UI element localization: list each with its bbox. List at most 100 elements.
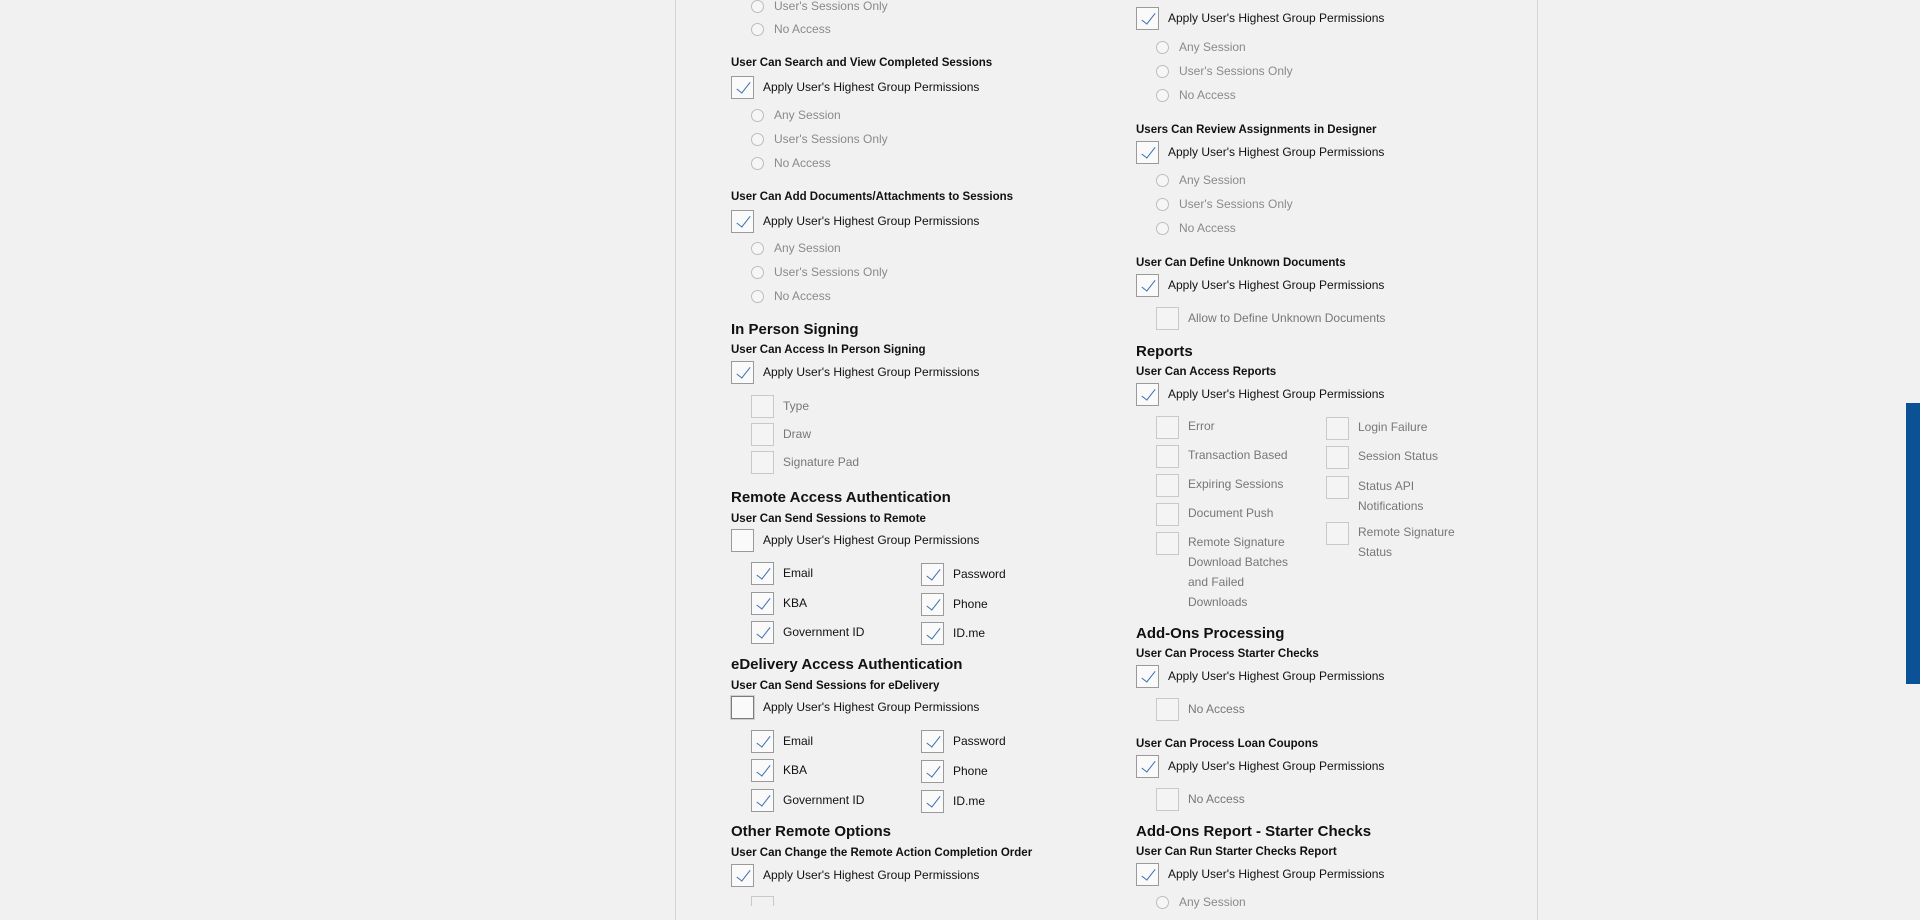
checkbox[interactable] (1156, 445, 1179, 468)
checkbox[interactable] (1326, 476, 1349, 499)
option-id-me[interactable]: ID.me (921, 789, 985, 813)
option-password[interactable]: Password (921, 562, 1006, 586)
radio-no-access[interactable]: No Access (1156, 219, 1236, 237)
checkbox[interactable] (1136, 664, 1159, 688)
option-kba[interactable]: KBA (751, 591, 807, 615)
radio-no-access[interactable]: No Access (1156, 86, 1236, 104)
apply-highest-permissions-add-documents[interactable]: Apply User's Highest Group Permissions (731, 209, 979, 233)
checkbox[interactable] (1156, 697, 1179, 721)
checkbox[interactable] (1136, 382, 1159, 406)
option-kba[interactable]: KBA (751, 758, 807, 782)
radio-any-session[interactable]: Any Session (751, 239, 841, 257)
report-expiring-sessions[interactable]: Expiring Sessions (1156, 474, 1283, 497)
radio-button[interactable] (751, 22, 764, 36)
radio-users-sessions-only[interactable]: User's Sessions Only (751, 263, 888, 281)
apply-highest-permissions-search-view[interactable]: Apply User's Highest Group Permissions (731, 75, 979, 99)
checkbox[interactable] (1136, 754, 1159, 778)
checkbox[interactable] (1136, 140, 1159, 164)
apply-highest-permissions-review-assignments[interactable]: Apply User's Highest Group Permissions (1136, 140, 1384, 164)
checkbox[interactable] (1156, 503, 1179, 526)
checkbox[interactable] (921, 621, 944, 645)
checkbox[interactable] (1156, 532, 1179, 555)
apply-highest-permissions-loan-coupons[interactable]: Apply User's Highest Group Permissions (1136, 754, 1384, 778)
option-no-access-starter[interactable]: No Access (1156, 697, 1245, 721)
radio-button[interactable] (751, 241, 764, 255)
option-no-access-loan[interactable]: No Access (1156, 787, 1245, 811)
radio-users-sessions-only[interactable]: User's Sessions Only (1156, 62, 1293, 80)
report-transaction-based[interactable]: Transaction Based (1156, 445, 1288, 468)
apply-highest-permissions-edelivery[interactable]: Apply User's Highest Group Permissions (731, 695, 979, 719)
checkbox[interactable] (751, 450, 774, 474)
checkbox[interactable] (731, 75, 754, 99)
option-password[interactable]: Password (921, 729, 1006, 753)
apply-highest-permissions-designer-app[interactable]: Apply User's Highest Group Permissions (1136, 6, 1384, 30)
checkbox[interactable] (1156, 474, 1179, 497)
checkbox[interactable] (921, 729, 944, 753)
checkbox[interactable] (1326, 522, 1349, 545)
radio-users-sessions-only[interactable]: User's Sessions Only (751, 130, 888, 148)
option-id-me[interactable]: ID.me (921, 621, 985, 645)
radio-no-access[interactable]: No Access (751, 20, 831, 38)
checkbox[interactable] (1136, 6, 1159, 30)
option-phone[interactable]: Phone (921, 759, 988, 783)
checkbox[interactable] (1136, 273, 1159, 297)
radio-button[interactable] (1156, 197, 1169, 211)
option-allow-define-unknown[interactable]: Allow to Define Unknown Documents (1156, 306, 1385, 330)
radio-button[interactable] (1156, 173, 1169, 187)
radio-no-access[interactable]: No Access (751, 287, 831, 305)
radio-button[interactable] (751, 108, 764, 122)
radio-button[interactable] (1156, 221, 1169, 235)
checkbox[interactable] (1156, 787, 1179, 811)
checkbox[interactable] (921, 562, 944, 586)
radio-button[interactable] (751, 289, 764, 303)
checkbox[interactable] (751, 422, 774, 446)
radio-button[interactable] (751, 156, 764, 170)
checkbox[interactable] (921, 789, 944, 813)
checkbox[interactable] (751, 591, 774, 615)
apply-highest-permissions-reports[interactable]: Apply User's Highest Group Permissions (1136, 382, 1384, 406)
option-email[interactable]: Email (751, 729, 813, 753)
radio-any-session[interactable]: Any Session (751, 106, 841, 124)
checkbox[interactable] (731, 528, 754, 552)
radio-any-session-partial[interactable]: Any Session (1156, 893, 1246, 911)
checkbox[interactable] (731, 360, 754, 384)
checkbox[interactable] (731, 863, 754, 887)
radio-button[interactable] (751, 0, 764, 13)
radio-users-sessions-only[interactable]: User's Sessions Only (1156, 195, 1293, 213)
option-type[interactable]: Type (751, 394, 809, 418)
apply-highest-permissions-starter-report[interactable]: Apply User's Highest Group Permissions (1136, 862, 1384, 886)
checkbox[interactable] (1326, 446, 1349, 469)
radio-users-sessions-only[interactable]: User's Sessions Only (751, 0, 888, 15)
checkbox[interactable] (751, 729, 774, 753)
report-document-push[interactable]: Document Push (1156, 503, 1273, 526)
partial-checkbox[interactable] (751, 896, 774, 906)
apply-highest-permissions-other-remote[interactable]: Apply User's Highest Group Permissions (731, 863, 979, 887)
option-government-id[interactable]: Government ID (751, 620, 864, 644)
checkbox[interactable] (751, 758, 774, 782)
checkbox[interactable] (921, 592, 944, 616)
checkbox[interactable] (751, 620, 774, 644)
report-error[interactable]: Error (1156, 416, 1215, 439)
option-email[interactable]: Email (751, 561, 813, 585)
apply-highest-permissions-define-unknown[interactable]: Apply User's Highest Group Permissions (1136, 273, 1384, 297)
radio-button[interactable] (751, 132, 764, 146)
checkbox[interactable] (731, 209, 754, 233)
checkbox[interactable] (1326, 417, 1349, 440)
checkbox[interactable] (751, 394, 774, 418)
radio-any-session[interactable]: Any Session (1156, 38, 1246, 56)
scrollbar-thumb[interactable] (1906, 403, 1920, 684)
radio-button[interactable] (1156, 88, 1169, 102)
apply-highest-permissions-in-person[interactable]: Apply User's Highest Group Permissions (731, 360, 979, 384)
option-draw[interactable]: Draw (751, 422, 811, 446)
radio-no-access[interactable]: No Access (751, 154, 831, 172)
radio-button[interactable] (1156, 895, 1169, 909)
checkbox[interactable] (1156, 416, 1179, 439)
option-phone[interactable]: Phone (921, 592, 988, 616)
option-signature-pad[interactable]: Signature Pad (751, 450, 859, 474)
checkbox[interactable] (731, 695, 754, 719)
checkbox[interactable] (921, 759, 944, 783)
checkbox[interactable] (751, 561, 774, 585)
apply-highest-permissions-remote[interactable]: Apply User's Highest Group Permissions (731, 528, 979, 552)
radio-button[interactable] (751, 265, 764, 279)
radio-any-session[interactable]: Any Session (1156, 171, 1246, 189)
